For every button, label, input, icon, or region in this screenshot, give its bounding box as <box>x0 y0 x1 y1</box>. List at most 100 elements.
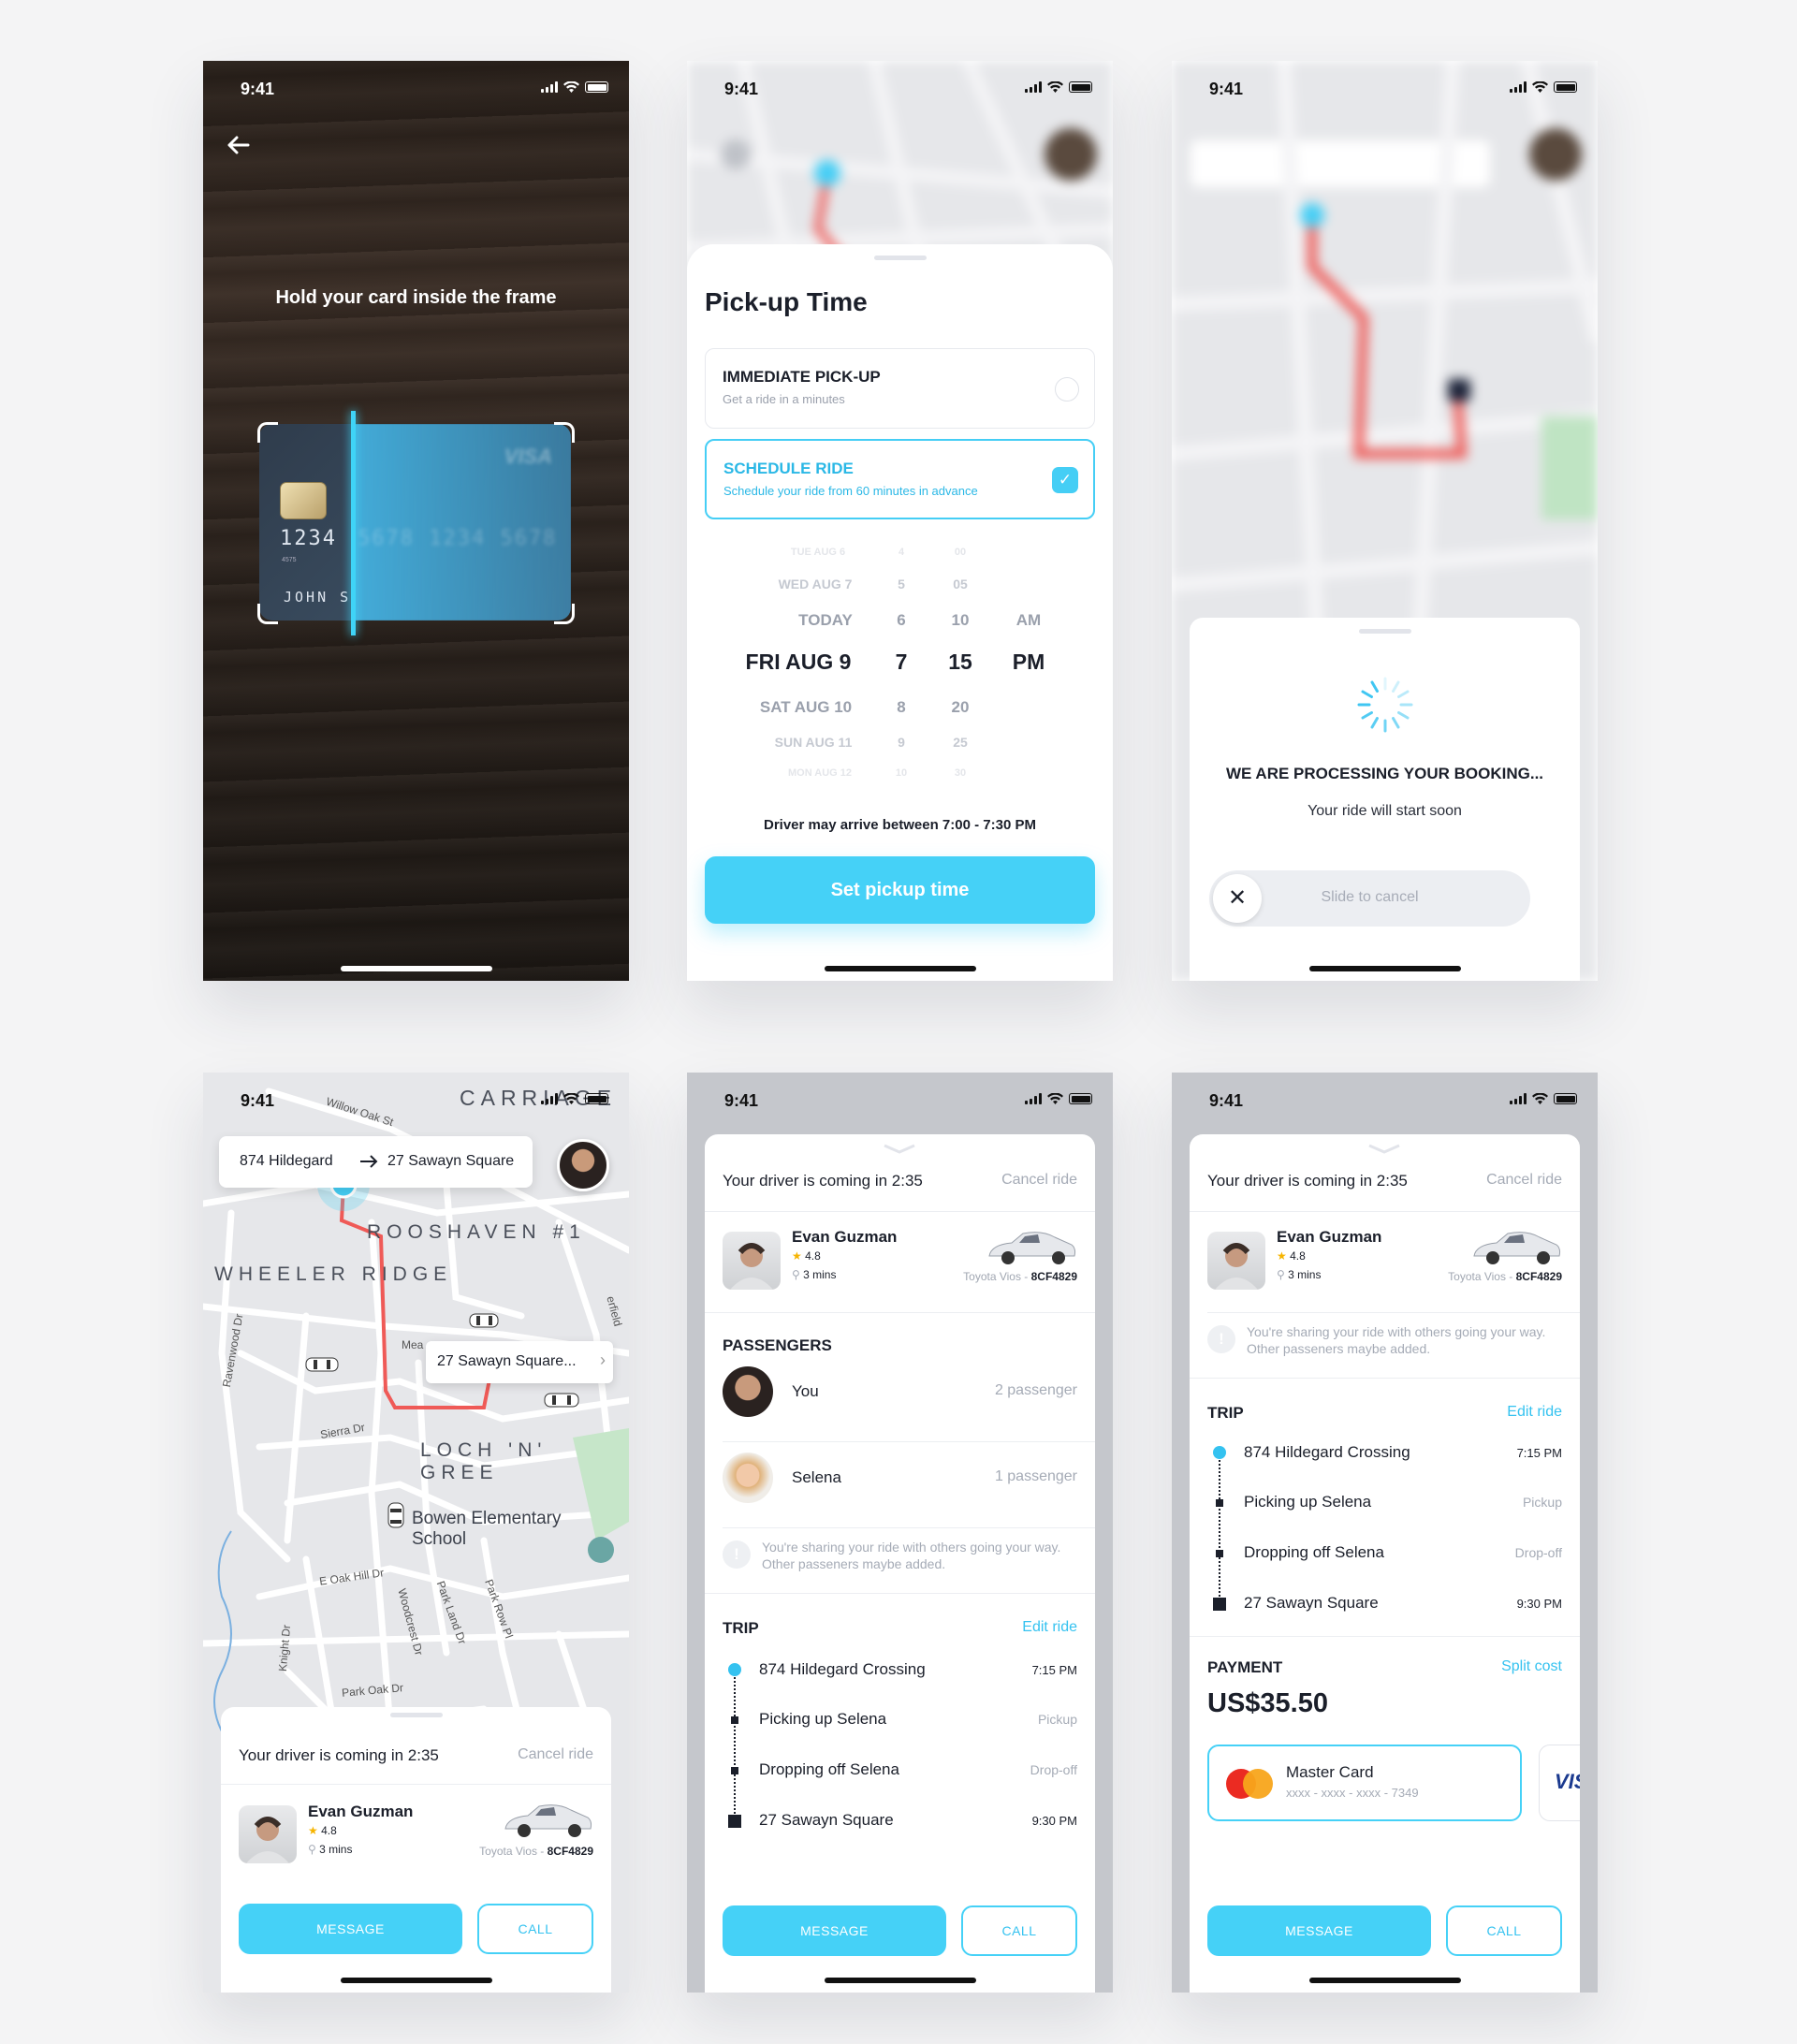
car-icon <box>988 1232 1076 1264</box>
status-bar: 9:41 <box>1172 1073 1598 1129</box>
status-bar: 9:41 <box>203 1073 629 1129</box>
payment-card-mastercard[interactable]: Master Card xxxx - xxxx - xxxx - 7349 <box>1207 1745 1522 1821</box>
passenger-name: Selena <box>792 1468 841 1486</box>
driver-photo <box>239 1805 297 1863</box>
sheet-grabber[interactable] <box>873 256 927 260</box>
sheet-grabber[interactable] <box>389 1713 443 1717</box>
destination-tooltip[interactable]: 27 Sawayn Square... › <box>426 1341 613 1383</box>
cancel-ride-link[interactable]: Cancel ride <box>1486 1172 1562 1189</box>
passenger-avatar <box>723 1453 773 1503</box>
chevron-right-icon: › <box>600 1350 606 1369</box>
option-title: IMMEDIATE PICK-UP <box>723 368 881 386</box>
user-avatar[interactable] <box>557 1139 609 1191</box>
battery-icon <box>1069 81 1092 93</box>
status-time: 9:41 <box>1209 80 1244 98</box>
map-label: LOCH 'N' GREE <box>420 1439 548 1483</box>
status-time: 9:41 <box>1209 1091 1244 1110</box>
sharing-note: ! You're sharing your ride with others g… <box>723 1539 1078 1572</box>
driver-name: Evan Guzman <box>1277 1228 1382 1246</box>
sheet-grabber[interactable] <box>1358 629 1411 634</box>
card-number-blurred: 5678 1234 5678 <box>358 527 558 550</box>
home-indicator <box>824 1978 976 1983</box>
car-model: Toyota Vios - <box>1448 1270 1516 1283</box>
split-cost-link[interactable]: Split cost <box>1501 1658 1562 1675</box>
tooltip-label: 27 Sawayn Square... <box>437 1353 577 1369</box>
passenger-avatar <box>723 1366 773 1417</box>
battery-icon <box>1069 1093 1092 1104</box>
route-to: 27 Sawayn Square <box>387 1153 515 1169</box>
chevron-down-icon[interactable] <box>1366 1142 1403 1155</box>
passenger-name: You <box>792 1382 819 1400</box>
immediate-pickup-option[interactable]: IMMEDIATE PICK-UP Get a ride in a minute… <box>705 348 1095 429</box>
map-label: ROOSHAVEN #1 <box>367 1221 586 1243</box>
trip-time: Drop-off <box>1514 1545 1562 1560</box>
trip-stop: Picking up Selena <box>1244 1493 1372 1511</box>
scan-line <box>351 411 356 635</box>
option-subtitle: Get a ride in a minutes <box>723 392 845 406</box>
schedule-ride-option[interactable]: SCHEDULE RIDE Schedule your ride from 60… <box>705 439 1095 519</box>
driver-rating: 4.8 <box>321 1824 337 1837</box>
message-button[interactable]: MESSAGE <box>723 1905 946 1956</box>
wifi-icon <box>563 81 579 93</box>
driver-name: Evan Guzman <box>308 1803 414 1820</box>
edit-ride-link[interactable]: Edit ride <box>1022 1619 1077 1636</box>
home-indicator <box>1308 966 1461 971</box>
home-indicator <box>1308 1978 1461 1983</box>
signal-icon <box>1510 81 1527 93</box>
radio-unchecked-icon[interactable] <box>1055 377 1079 402</box>
street-label: Mea <box>402 1338 424 1351</box>
card-scan-screen: 9:41 Hold your card inside the frame 123… <box>203 61 629 981</box>
payment-heading: PAYMENT <box>1207 1658 1283 1676</box>
option-subtitle: Schedule your ride from 60 minutes in ad… <box>723 484 978 498</box>
stop-icon <box>1216 1550 1223 1557</box>
origin-dot-icon <box>728 1663 741 1676</box>
trip-time: Drop-off <box>1030 1762 1077 1777</box>
cancel-ride-link[interactable]: Cancel ride <box>518 1746 593 1763</box>
chevron-down-icon[interactable] <box>881 1142 918 1155</box>
sharing-note: ! You're sharing your ride with others g… <box>1207 1323 1563 1357</box>
checkmark-icon[interactable]: ✓ <box>1052 467 1078 493</box>
trip-time: 9:30 PM <box>1516 1597 1562 1611</box>
route-search-box[interactable]: 874 Hildegard 27 Sawayn Square <box>219 1136 533 1188</box>
trip-time: Pickup <box>1037 1712 1077 1727</box>
mastercard-icon <box>1226 1769 1273 1799</box>
passenger-count: 2 passenger <box>994 1382 1077 1398</box>
ride-details-panel: Your driver is coming in 2:35 Cancel rid… <box>1190 1134 1580 1993</box>
call-button[interactable]: CALL <box>1446 1905 1562 1956</box>
cancel-ride-link[interactable]: Cancel ride <box>1001 1172 1077 1189</box>
eta-text: Your driver is coming in 2:35 <box>239 1746 439 1764</box>
origin-dot-icon <box>1213 1446 1226 1459</box>
trip-stop: Picking up Selena <box>759 1710 887 1728</box>
set-pickup-time-button[interactable]: Set pickup time <box>705 856 1095 924</box>
trip-time: 7:15 PM <box>1516 1446 1562 1460</box>
sharing-note-text: You're sharing your ride with others goi… <box>1247 1324 1546 1356</box>
back-arrow-icon[interactable] <box>220 126 257 164</box>
destination-icon <box>1213 1598 1226 1611</box>
star-icon: ★ <box>1277 1249 1287 1263</box>
call-button[interactable]: CALL <box>961 1905 1077 1956</box>
home-indicator <box>340 1978 492 1983</box>
slide-to-cancel[interactable]: ✕ Slide to cancel <box>1209 870 1530 927</box>
star-icon: ★ <box>308 1824 318 1837</box>
stop-icon <box>731 1767 738 1774</box>
car-plate: 8CF4829 <box>1030 1270 1077 1283</box>
payment-card-visa[interactable]: VIS <box>1539 1745 1580 1821</box>
trip-time: 7:15 PM <box>1031 1663 1077 1677</box>
driver-mins: 3 mins <box>319 1843 353 1856</box>
edit-ride-link[interactable]: Edit ride <box>1507 1404 1562 1421</box>
call-button[interactable]: CALL <box>477 1904 593 1954</box>
car-model: Toyota Vios - <box>479 1845 548 1858</box>
driver-photo <box>1207 1232 1265 1290</box>
signal-icon <box>1510 1093 1527 1104</box>
wifi-icon <box>1532 81 1548 93</box>
message-button[interactable]: MESSAGE <box>1207 1905 1431 1956</box>
message-button[interactable]: MESSAGE <box>239 1904 462 1954</box>
card-number: xxxx - xxxx - xxxx - 7349 <box>1286 1786 1419 1800</box>
frame-corner <box>257 604 278 624</box>
home-indicator <box>340 966 492 971</box>
wifi-icon <box>1532 1093 1548 1104</box>
status-time: 9:41 <box>241 80 275 98</box>
battery-icon <box>585 1093 608 1104</box>
stop-icon <box>731 1716 738 1724</box>
status-bar: 9:41 <box>687 61 1113 117</box>
